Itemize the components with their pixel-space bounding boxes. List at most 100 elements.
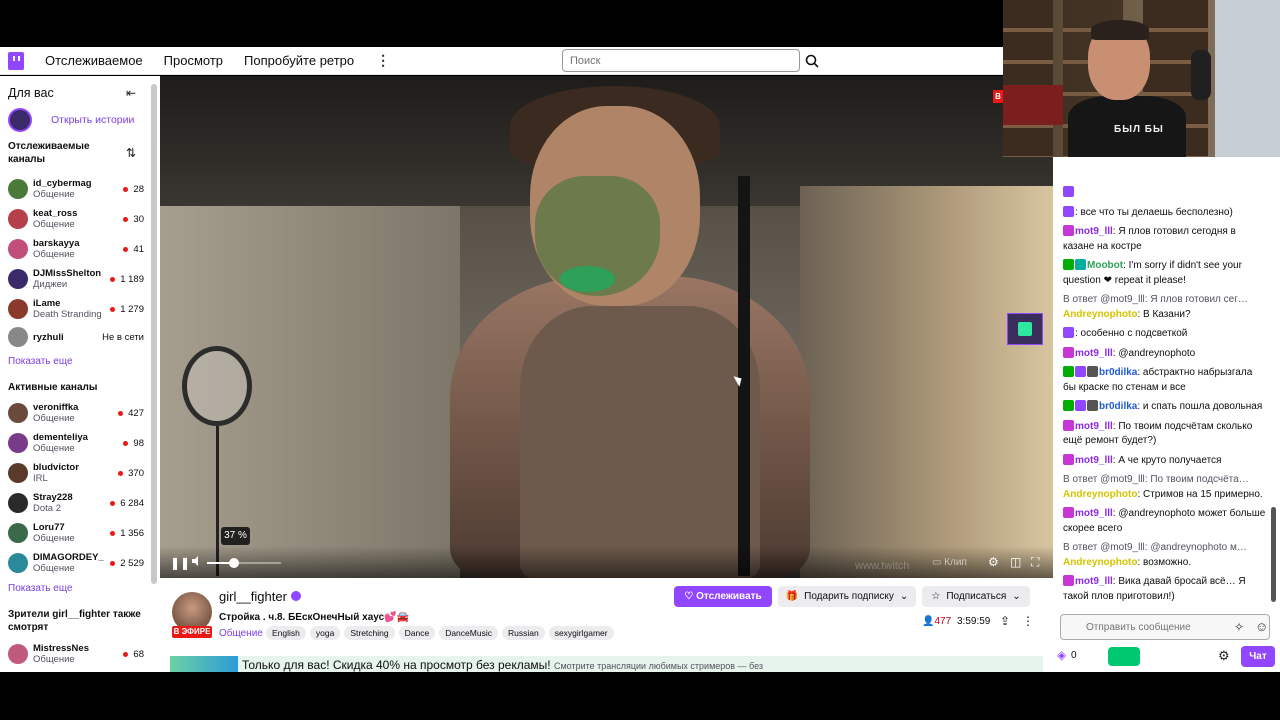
avatar (8, 403, 28, 423)
channel-name: ryzhuli (33, 331, 64, 343)
chat-badge-icon[interactable] (1063, 419, 1074, 431)
prediction-button[interactable] (1108, 647, 1140, 666)
stories-button[interactable]: Открыть истории (8, 108, 134, 132)
share-icon[interactable]: ⇪ (1000, 614, 1010, 628)
sidebar-channel[interactable]: DIMAGORDEY_ Общение 2 529 (8, 550, 144, 576)
collapse-sidebar-icon[interactable]: ⇤ (126, 86, 136, 100)
nav-browse[interactable]: Просмотр (164, 53, 223, 68)
viewer-count-value: 477 (934, 616, 952, 627)
sidebar-channel[interactable]: bludvictor IRL 370 (8, 460, 144, 486)
sidebar-channel[interactable]: keat_ross Общение 30 (8, 206, 144, 232)
tag[interactable]: DanceMusic (439, 626, 498, 640)
chat-badge-icon[interactable] (1063, 366, 1074, 377)
theatre-mode-icon[interactable]: ◫ (1010, 555, 1021, 569)
show-more-followed[interactable]: Показать еще (8, 356, 73, 367)
fullscreen-icon[interactable]: ⛶ (1031, 555, 1039, 570)
follow-button[interactable]: ♡ Отслеживать (674, 586, 772, 607)
search-button[interactable] (801, 49, 823, 72)
chat-badge-icon[interactable] (1063, 507, 1074, 518)
volume-icon[interactable] (191, 555, 203, 570)
sidebar-channel[interactable]: MistressNes Общение 68 (8, 641, 144, 667)
channel-name: MistressNes (33, 643, 89, 654)
tag[interactable]: sexygirlgamer (548, 626, 614, 640)
sparkle-icon[interactable]: ✧ (1234, 620, 1244, 634)
sidebar-channel[interactable]: DJMissShelton Диджеи 1 189 (8, 266, 144, 292)
channel-category: Общение (33, 533, 75, 544)
chat-badge-icon[interactable] (1063, 225, 1074, 236)
sidebar: Для вас ⇤ Открыть истории Отслеживаемые … (0, 76, 160, 672)
show-more-active[interactable]: Показать еще (8, 583, 73, 594)
nav-try-retro[interactable]: Попробуйте ретро (244, 53, 354, 68)
channel-points-icon[interactable]: ◈ (1057, 648, 1066, 662)
sidebar-channel[interactable]: id_cybermag Общение 28 (8, 176, 144, 202)
tag[interactable]: Dance (398, 626, 436, 640)
more-vertical-icon[interactable]: ⋮ (1022, 614, 1034, 628)
gift-sub-button[interactable]: 🎁 Подарить подписку ⌄ (778, 586, 916, 607)
chat-badge-icon[interactable] (1063, 205, 1074, 217)
chat-username[interactable]: mot9_lll (1075, 348, 1113, 359)
stream-category[interactable]: Общение (219, 628, 263, 639)
chat-username[interactable]: mot9_lll (1075, 576, 1113, 587)
chat-settings-gear-icon[interactable]: ⚙ (1218, 648, 1230, 664)
chat-username[interactable]: br0dilka (1099, 401, 1137, 412)
chat-badge-icon[interactable] (1087, 400, 1098, 411)
sidebar-channel[interactable]: veroniffka Общение 427 (8, 400, 144, 426)
chat-badge-icon[interactable] (1063, 327, 1074, 338)
verified-icon (291, 591, 301, 601)
ring-light (182, 346, 252, 426)
clip-icon: ▭ (932, 557, 942, 568)
tag[interactable]: yoga (309, 626, 341, 640)
chat-badge-icon[interactable] (1063, 575, 1074, 586)
sidebar-channel[interactable]: dementeliya Общение 98 (8, 430, 144, 456)
sidebar-scrollbar[interactable] (151, 84, 157, 584)
clip-button[interactable]: ▭ Клип (932, 557, 967, 568)
chat-username[interactable]: mot9_lll (1075, 455, 1113, 466)
chat-badge-icon[interactable] (1063, 400, 1074, 411)
chat-scrollbar[interactable] (1271, 507, 1276, 602)
chat-username[interactable]: Moobot (1087, 260, 1123, 271)
twitch-logo-icon[interactable] (8, 51, 24, 70)
nav-following[interactable]: Отслеживаемое (45, 53, 143, 68)
sidebar-channel[interactable]: Loru77 Общение 1 356 (8, 520, 144, 546)
chat-send-button[interactable]: Чат (1241, 646, 1275, 667)
chat-message: br0dilka: и спать пошла довольная (1063, 400, 1266, 415)
chat-badge-icon[interactable] (1075, 259, 1086, 270)
promo-banner[interactable]: Только для вас! Скидка 40% на просмотр б… (170, 656, 1043, 672)
chat-username[interactable]: br0dilka (1099, 367, 1137, 378)
chat-badge-icon[interactable] (1075, 366, 1086, 377)
sort-icon[interactable]: ⇅ (126, 146, 136, 160)
chat-message: mot9_lll: А че круто получается (1063, 453, 1266, 469)
tag[interactable]: English (266, 626, 306, 640)
follow-label: Отслеживать (696, 591, 762, 602)
chat-username[interactable]: Andreynophoto (1063, 557, 1137, 568)
chat-username[interactable]: Andreynophoto (1063, 309, 1137, 320)
subscribe-button[interactable]: ☆ Подписаться ⌄ (922, 586, 1030, 607)
channel-name[interactable]: girl__fighter (219, 589, 287, 604)
sidebar-channel[interactable]: iLame Death Stranding 1 279 (8, 296, 144, 322)
sidebar-channel[interactable]: Stray228 Dota 2 6 284 (8, 490, 144, 516)
chat-message: В ответ @mot9_lll: По твоим подсчёта… And… (1063, 473, 1266, 502)
chat-username[interactable]: Andreynophoto (1063, 489, 1137, 500)
chat-badge-icon[interactable] (1063, 259, 1074, 270)
chat-badge-icon[interactable] (1063, 453, 1074, 465)
sidebar-channel[interactable]: ryzhuli Не в сети (8, 324, 144, 350)
chat-badge-icon[interactable] (1063, 346, 1074, 358)
sidebar-channel[interactable]: barskayya Общение 41 (8, 236, 144, 262)
chat-username[interactable]: mot9_lll (1075, 226, 1113, 237)
extension-overlay-icon[interactable] (1007, 313, 1043, 345)
volume-slider[interactable] (207, 558, 281, 568)
emote-picker-icon[interactable]: ☺ (1255, 619, 1268, 634)
chat-username[interactable]: mot9_lll (1075, 421, 1113, 432)
more-vertical-icon[interactable]: ⋮ (376, 52, 390, 69)
settings-gear-icon[interactable]: ⚙ (988, 555, 999, 569)
webcam-shirt-text: БЫЛ БЫ (1114, 124, 1164, 135)
chat-badge-icon[interactable] (1087, 366, 1098, 377)
video-player[interactable]: ❚❚ 37 % www.twitch ▭ Клип ⚙ ◫ ⛶ (160, 76, 1053, 578)
chat-badge-icon[interactable] (1075, 400, 1086, 411)
chat-username[interactable]: mot9_lll (1075, 508, 1113, 519)
tag[interactable]: Stretching (344, 626, 395, 640)
chat-badge-icon[interactable] (1063, 186, 1074, 197)
search-input[interactable] (562, 49, 800, 72)
tag[interactable]: Russian (501, 626, 545, 640)
pause-icon[interactable]: ❚❚ (170, 556, 190, 570)
